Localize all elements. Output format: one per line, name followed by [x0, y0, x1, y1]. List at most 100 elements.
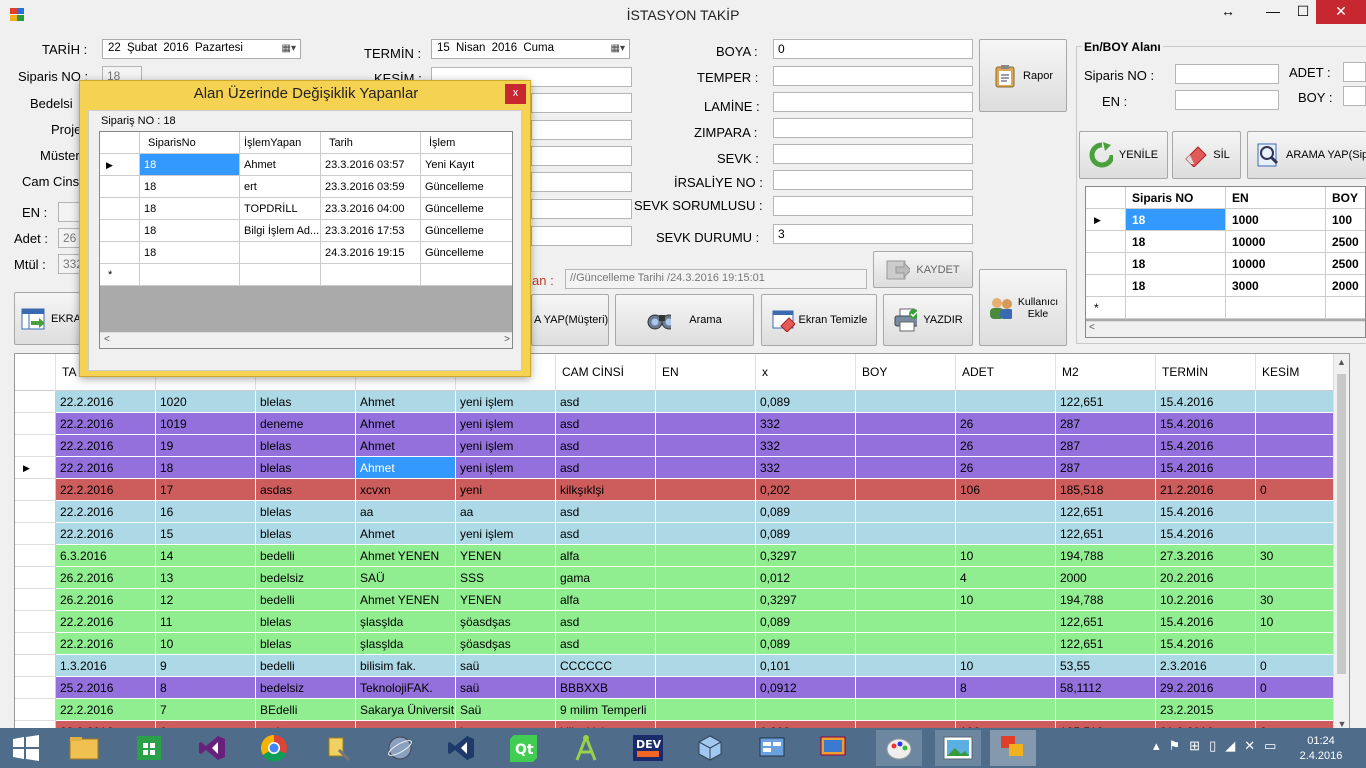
android-studio-icon[interactable]: [568, 730, 604, 766]
table-cell[interactable]: 6.3.2016: [56, 545, 156, 567]
table-cell[interactable]: saü: [456, 655, 556, 677]
table-cell[interactable]: [656, 545, 756, 567]
table-cell[interactable]: 11: [156, 611, 256, 633]
table-cell[interactable]: saü: [456, 677, 556, 699]
table-cell[interactable]: 15.4.2016: [1156, 523, 1256, 545]
row-header[interactable]: [15, 567, 56, 589]
table-cell[interactable]: 0,0912: [756, 677, 856, 699]
row-header[interactable]: [1086, 231, 1126, 253]
table-cell[interactable]: 332: [756, 457, 856, 479]
table-cell[interactable]: bedelsiz: [256, 677, 356, 699]
dialog-close-button[interactable]: x: [505, 84, 526, 104]
paint-icon[interactable]: [876, 730, 922, 766]
row-header[interactable]: [100, 242, 140, 264]
table-cell[interactable]: 0,089: [756, 523, 856, 545]
enboy-cell[interactable]: 10000: [1226, 231, 1326, 253]
table-cell[interactable]: [1256, 457, 1335, 479]
table-cell[interactable]: [856, 655, 956, 677]
boya-field[interactable]: 0: [773, 39, 973, 59]
table-cell[interactable]: [756, 699, 856, 721]
change-log-cell[interactable]: Güncelleme: [421, 220, 512, 242]
table-cell[interactable]: [856, 391, 956, 413]
file-explorer-icon[interactable]: [66, 730, 102, 766]
table-cell[interactable]: 22.2.2016: [56, 611, 156, 633]
table-cell[interactable]: Ahmet YENEN: [356, 589, 456, 611]
row-header[interactable]: [100, 176, 140, 198]
table-cell[interactable]: aa: [356, 501, 456, 523]
middle-field-3[interactable]: [531, 93, 632, 113]
table-cell[interactable]: [856, 435, 956, 457]
mtul-field[interactable]: 332: [58, 254, 80, 274]
table-cell[interactable]: 10.2.2016: [1156, 589, 1256, 611]
main-grid-col-header[interactable]: KESİM: [1256, 354, 1335, 391]
table-cell[interactable]: 9: [156, 655, 256, 677]
table-cell[interactable]: 1020: [156, 391, 256, 413]
row-header[interactable]: [15, 611, 56, 633]
kaydet-button[interactable]: KAYDET: [873, 251, 973, 288]
table-cell[interactable]: [856, 677, 956, 699]
table-cell[interactable]: 53,55: [1056, 655, 1156, 677]
change-log-cell[interactable]: 18: [140, 242, 240, 264]
row-header[interactable]: [1086, 253, 1126, 275]
table-cell[interactable]: yeni: [456, 479, 556, 501]
tarih-datepicker[interactable]: 22 Şubat 2016 Pazartesi ▦▾: [102, 39, 301, 59]
enboy-cell[interactable]: 1000: [1226, 209, 1326, 231]
table-cell[interactable]: 15.4.2016: [1156, 435, 1256, 457]
table-cell[interactable]: asd: [556, 391, 656, 413]
change-log-cell[interactable]: 18: [140, 154, 240, 176]
table-cell[interactable]: [956, 611, 1056, 633]
table-cell[interactable]: BBBXXB: [556, 677, 656, 699]
qt-creator-icon[interactable]: Qt: [506, 730, 542, 766]
table-cell[interactable]: [1256, 699, 1335, 721]
table-cell[interactable]: 30: [1256, 545, 1335, 567]
enboy-cell[interactable]: 18: [1126, 209, 1226, 231]
maximize-button[interactable]: ☐: [1290, 0, 1316, 24]
table-cell[interactable]: 122,651: [1056, 391, 1156, 413]
enboy-cell[interactable]: 2500: [1326, 253, 1365, 275]
table-cell[interactable]: 0,012: [756, 567, 856, 589]
close-button[interactable]: ✕: [1316, 0, 1366, 24]
table-cell[interactable]: 22.2.2016: [56, 501, 156, 523]
enboy-grid-hscroll[interactable]: <: [1086, 321, 1365, 337]
store-icon[interactable]: [131, 730, 167, 766]
table-cell[interactable]: Ahmet: [356, 391, 456, 413]
table-cell[interactable]: [856, 589, 956, 611]
table-cell[interactable]: asd: [556, 611, 656, 633]
visual-studio-icon[interactable]: [194, 730, 230, 766]
table-cell[interactable]: [1256, 633, 1335, 655]
table-row[interactable]: 25.2.2016 8 bedelsiz TeknolojiFAK. saü BBBXXB…: [15, 677, 1335, 699]
table-cell[interactable]: 106: [956, 479, 1056, 501]
main-grid-col-header[interactable]: BOY: [856, 354, 956, 391]
termin-datepicker[interactable]: 15 Nisan 2016 Cuma ▦▾: [431, 39, 630, 59]
table-cell[interactable]: TeknolojiFAK.: [356, 677, 456, 699]
table-cell[interactable]: blelas: [256, 435, 356, 457]
row-header[interactable]: [100, 220, 140, 242]
ekran-aktar-button[interactable]: EKRA: [14, 292, 80, 345]
table-cell[interactable]: [656, 655, 756, 677]
table-cell[interactable]: alfa: [556, 545, 656, 567]
table-cell[interactable]: 22.2.2016: [56, 413, 156, 435]
table-cell[interactable]: 22.2.2016: [56, 523, 156, 545]
change-log-hscroll[interactable]: < >: [100, 332, 512, 348]
table-cell[interactable]: [856, 545, 956, 567]
row-header[interactable]: ▶: [100, 154, 140, 176]
table-row[interactable]: 26.2.2016 13 bedelsiz SAÜ SSS gama 0,012 4 2000 2…: [15, 567, 1335, 589]
new-row-cell[interactable]: [421, 264, 512, 286]
table-cell[interactable]: 26: [956, 457, 1056, 479]
table-cell[interactable]: şlasşlda: [356, 633, 456, 655]
table-cell[interactable]: blelas: [256, 391, 356, 413]
control-panel-icon[interactable]: [754, 730, 790, 766]
virtualbox-icon[interactable]: [692, 730, 728, 766]
table-cell[interactable]: bedelli: [256, 589, 356, 611]
table-cell[interactable]: Ahmet: [356, 413, 456, 435]
table-cell[interactable]: [1256, 567, 1335, 589]
change-log-cell[interactable]: 23.3.2016 17:53: [321, 220, 421, 242]
table-cell[interactable]: [656, 699, 756, 721]
table-cell[interactable]: 4: [956, 567, 1056, 589]
zimpara-field[interactable]: [773, 118, 973, 138]
table-cell[interactable]: asd: [556, 435, 656, 457]
table-cell[interactable]: 15.4.2016: [1156, 633, 1256, 655]
main-grid-col-header[interactable]: M2: [1056, 354, 1156, 391]
enboy-cell[interactable]: 18: [1126, 231, 1226, 253]
row-header[interactable]: [15, 699, 56, 721]
